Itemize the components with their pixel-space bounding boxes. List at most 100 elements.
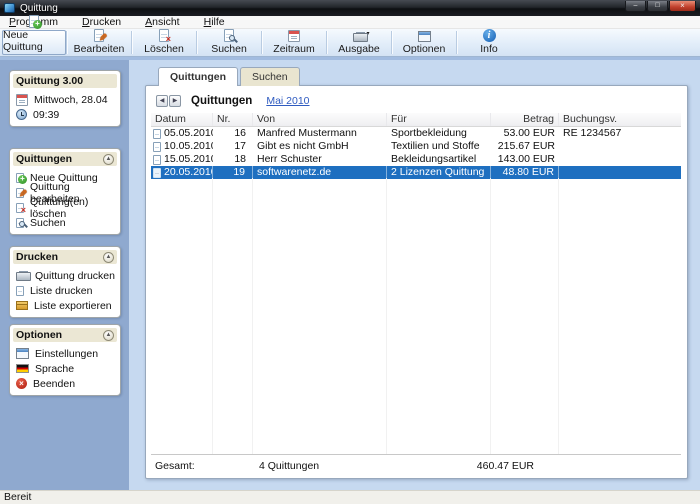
edit-button[interactable]: Bearbeiten xyxy=(67,29,131,56)
tab-suchen[interactable]: Suchen xyxy=(240,67,300,86)
tab-quittungen[interactable]: Quittungen xyxy=(158,67,238,86)
receipt-icon xyxy=(153,155,161,165)
cell-fuer: Sportbekleidung xyxy=(387,127,491,140)
receipts-table: Datum Nr. Von Für Betrag Buchungsv. 05.0… xyxy=(151,113,681,179)
cell-nr: 18 xyxy=(213,153,253,166)
sidebar-item-beenden[interactable]: Beenden xyxy=(16,376,116,391)
german-flag-icon xyxy=(16,364,29,373)
column-header-von[interactable]: Von xyxy=(253,113,387,126)
output-button[interactable]: Ausgabe xyxy=(327,29,391,56)
cell-betrag: 143.00 EUR xyxy=(491,153,559,166)
month-navigation: ◀ ▶ Quittungen Mai 2010 xyxy=(156,95,310,107)
sidebar-item-label: Quittung drucken xyxy=(35,270,115,282)
previous-month-icon[interactable]: ◀ xyxy=(156,95,168,107)
menu-hilfe[interactable]: Hilfe xyxy=(200,16,229,28)
menu-ansicht[interactable]: Ansicht xyxy=(141,16,183,28)
collapse-icon[interactable]: ▲ xyxy=(103,330,114,341)
search-button[interactable]: Suchen xyxy=(197,29,261,56)
minimize-icon[interactable]: – xyxy=(625,1,646,12)
sidebar-panel-optionen: Optionen ▲ Einstellungen Sprache Beenden xyxy=(9,324,121,396)
content-area: Quittung 3.00 Mittwoch, 28.04 09:39 Quit… xyxy=(0,60,700,490)
printer-icon xyxy=(353,32,366,42)
cell-betrag: 53.00 EUR xyxy=(491,127,559,140)
new-receipt-button[interactable]: Neue Quittung xyxy=(2,30,66,55)
panel-title: Quittungen xyxy=(16,153,72,165)
document-delete-icon xyxy=(159,29,169,42)
sidebar-info-header: Quittung 3.00 xyxy=(13,74,117,88)
table-row[interactable]: 05.05.2010 16 Manfred Mustermann Sportbe… xyxy=(151,127,681,140)
close-icon[interactable]: × xyxy=(669,1,696,12)
panel-title: Drucken xyxy=(16,251,58,263)
sidebar-item-label: Beenden xyxy=(33,378,75,390)
clock-icon xyxy=(16,109,27,120)
calendar-icon xyxy=(16,94,28,106)
column-header-fuer[interactable]: Für xyxy=(387,113,491,126)
current-time: 09:39 xyxy=(16,107,116,122)
cell-nr: 16 xyxy=(213,127,253,140)
column-header-buchungsv[interactable]: Buchungsv. xyxy=(559,113,681,126)
panel-header: Quittungen ▲ xyxy=(13,152,117,166)
toolbar-label: Suchen xyxy=(211,43,247,55)
window-controls: – □ × xyxy=(625,1,696,12)
column-header-betrag[interactable]: Betrag xyxy=(491,113,559,126)
toolbar-label: Neue Quittung xyxy=(3,29,65,53)
settings-window-icon xyxy=(16,348,29,359)
delete-button[interactable]: Löschen xyxy=(132,29,196,56)
sidebar-item-label: Sprache xyxy=(35,363,74,375)
cell-buchungsv xyxy=(559,140,681,153)
sidebar-info-panel: Quittung 3.00 Mittwoch, 28.04 09:39 xyxy=(9,70,121,127)
sidebar-item-einstellungen[interactable]: Einstellungen xyxy=(16,346,116,361)
cell-von: Herr Schuster xyxy=(253,153,387,166)
document-icon xyxy=(16,286,24,296)
sidebar-item-label: Einstellungen xyxy=(35,348,98,360)
cell-betrag: 215.67 EUR xyxy=(491,140,559,153)
printer-icon xyxy=(16,271,29,281)
sidebar-item-liste-drucken[interactable]: Liste drucken xyxy=(16,283,116,298)
options-button[interactable]: Optionen xyxy=(392,29,456,56)
sidebar-item-quittung-drucken[interactable]: Quittung drucken xyxy=(16,268,116,283)
menu-bar: Programm Drucken Ansicht Hilfe xyxy=(0,16,700,29)
sidebar-item-quittungen-loeschen[interactable]: Quittung(en) löschen xyxy=(16,200,116,215)
menu-drucken[interactable]: Drucken xyxy=(78,16,125,28)
panel-title: Optionen xyxy=(16,329,62,341)
column-header-nr[interactable]: Nr. xyxy=(213,113,253,126)
info-button[interactable]: Info xyxy=(457,29,521,56)
sidebar-item-label: Liste drucken xyxy=(30,285,92,297)
receipt-count: 4 Quittungen xyxy=(259,460,319,472)
toolbar-label: Zeitraum xyxy=(273,43,314,55)
total-amount: 460.47 EUR xyxy=(434,460,534,472)
sidebar-panel-drucken: Drucken ▲ Quittung drucken Liste drucken… xyxy=(9,246,121,318)
export-box-icon xyxy=(16,301,28,310)
receipt-icon xyxy=(153,168,161,178)
document-plus-icon xyxy=(29,15,39,28)
document-plus-icon xyxy=(16,173,24,183)
table-row[interactable]: 10.05.2010 17 Gibt es nicht GmbH Textili… xyxy=(151,140,681,153)
current-date: Mittwoch, 28.04 xyxy=(16,92,116,107)
date-label: Mittwoch, 28.04 xyxy=(34,94,108,106)
time-label: 09:39 xyxy=(33,109,59,121)
cell-datum: 15.05.2010 xyxy=(164,153,213,166)
sidebar-item-sprache[interactable]: Sprache xyxy=(16,361,116,376)
toolbar-label: Info xyxy=(480,43,498,55)
document-search-icon xyxy=(224,29,234,42)
tab-bar: Quittungen Suchen xyxy=(158,67,300,86)
next-month-icon[interactable]: ▶ xyxy=(169,95,181,107)
toolbar-label: Löschen xyxy=(144,43,184,55)
collapse-icon[interactable]: ▲ xyxy=(103,154,114,165)
cell-nr: 17 xyxy=(213,140,253,153)
panel-header: Drucken ▲ xyxy=(13,250,117,264)
maximize-icon[interactable]: □ xyxy=(647,1,668,12)
cell-datum: 10.05.2010 xyxy=(164,140,213,153)
column-header-datum[interactable]: Datum xyxy=(151,113,213,126)
period-link[interactable]: Mai 2010 xyxy=(266,95,309,107)
period-button[interactable]: Zeitraum xyxy=(262,29,326,56)
cell-fuer: Textilien und Stoffe xyxy=(387,140,491,153)
collapse-icon[interactable]: ▲ xyxy=(103,252,114,263)
cell-fuer: Bekleidungsartikel xyxy=(387,153,491,166)
dropdown-arrow-icon xyxy=(366,30,369,37)
info-circle-icon xyxy=(483,29,496,42)
table-row[interactable]: 15.05.2010 18 Herr Schuster Bekleidungsa… xyxy=(151,153,681,166)
cell-buchungsv xyxy=(559,153,681,166)
status-bar: Bereit xyxy=(0,490,700,504)
sidebar-item-liste-exportieren[interactable]: Liste exportieren xyxy=(16,298,116,313)
